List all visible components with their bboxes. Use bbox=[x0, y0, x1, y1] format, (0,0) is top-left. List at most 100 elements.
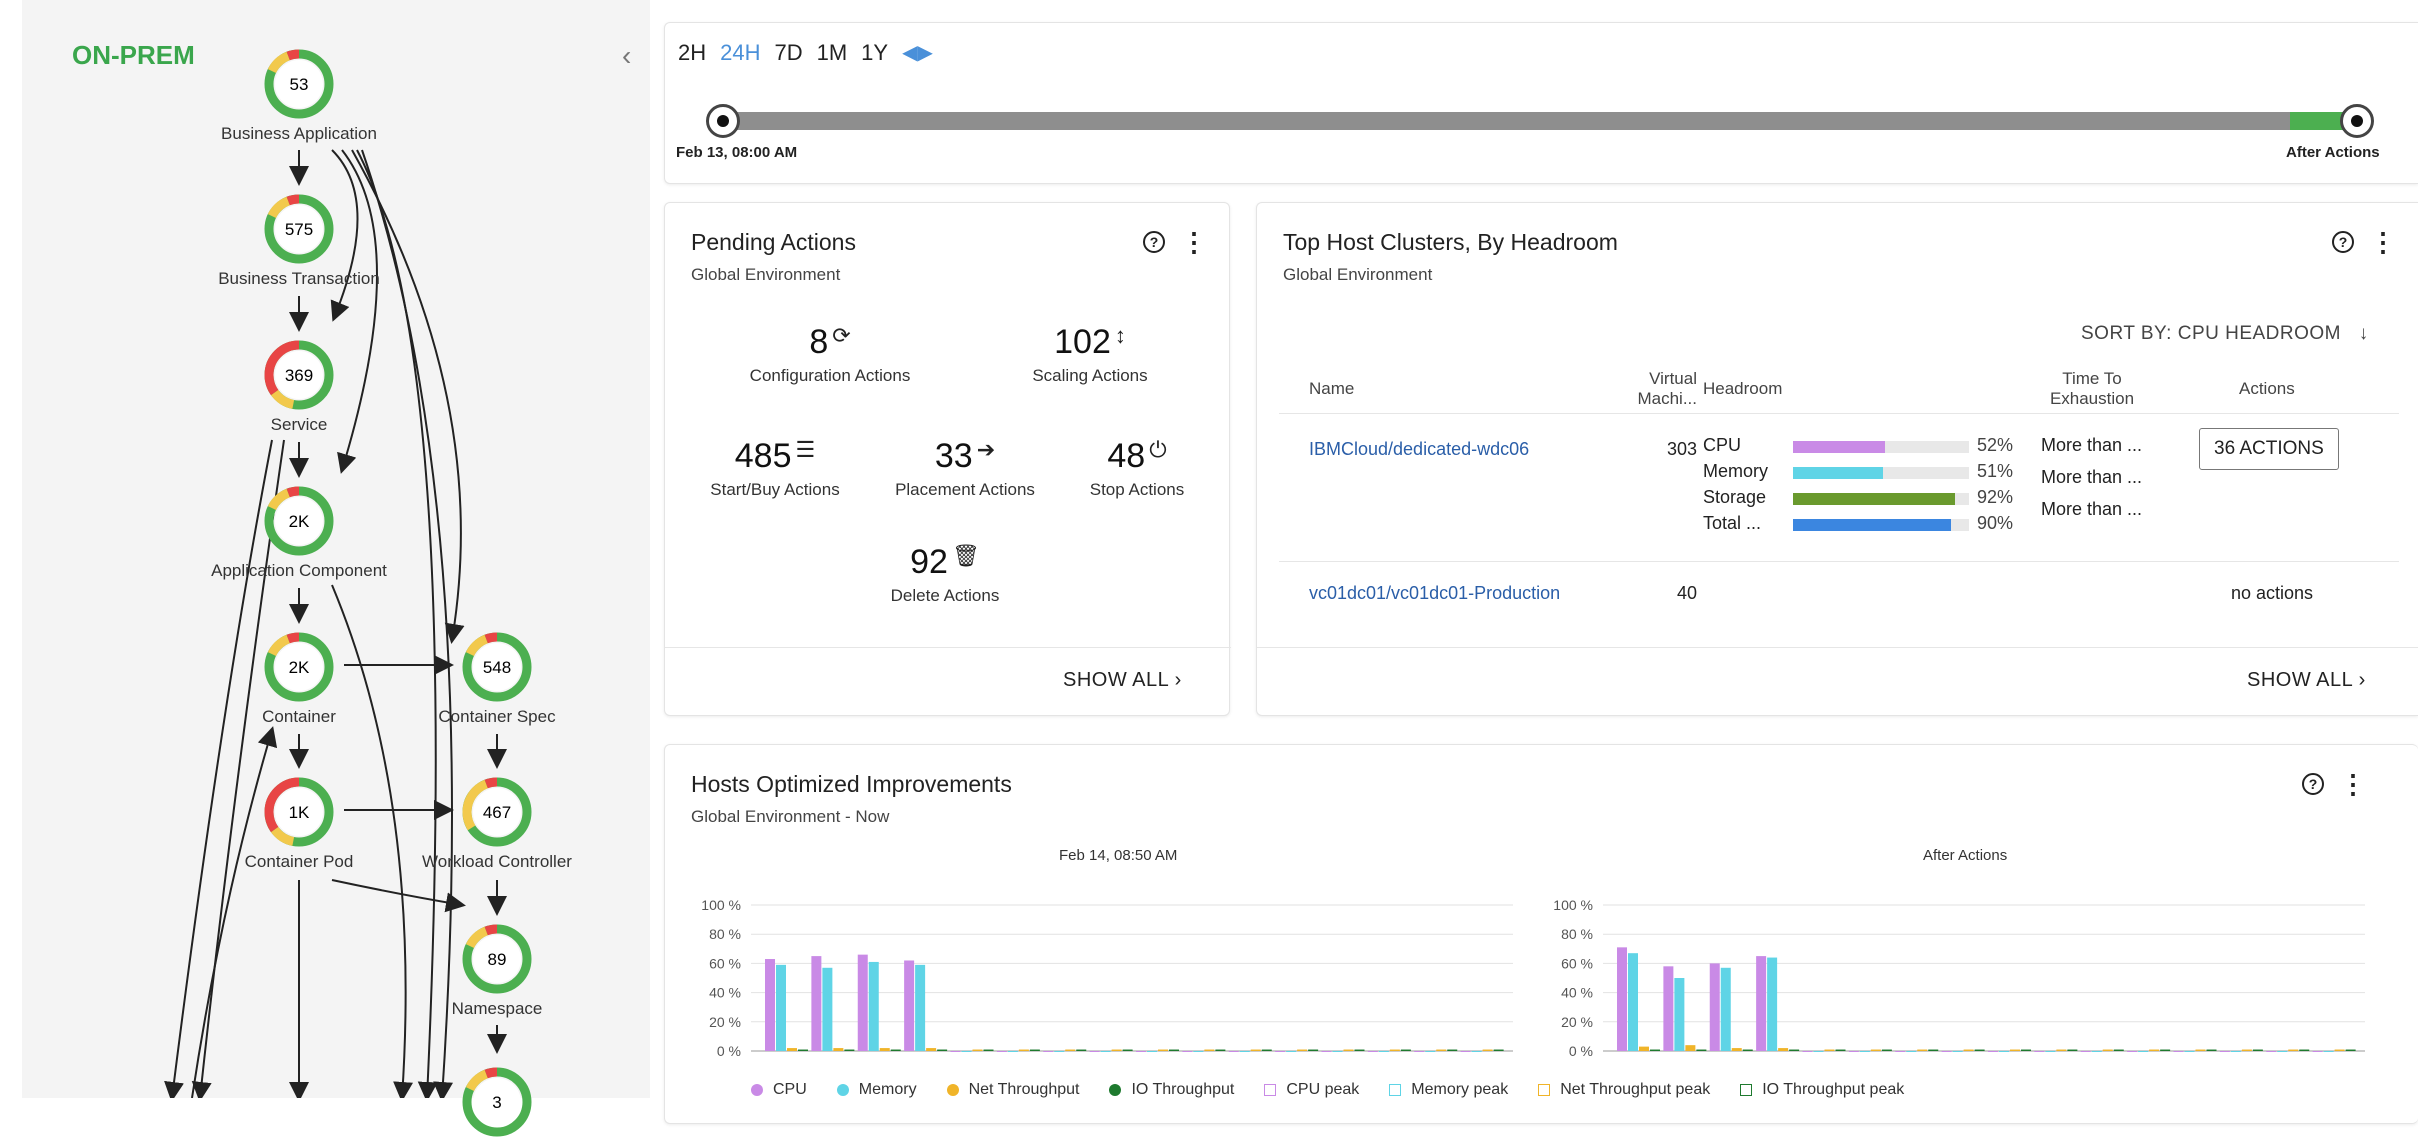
bar-memory[interactable] bbox=[1100, 1051, 1111, 1052]
bar-cpu[interactable] bbox=[811, 956, 822, 1051]
bar-net-throughput[interactable] bbox=[972, 1049, 983, 1051]
bar-memory[interactable] bbox=[2184, 1051, 2195, 1052]
bar-memory[interactable] bbox=[1999, 1051, 2009, 1052]
bar-io-throughput[interactable] bbox=[1789, 1049, 1800, 1051]
stat-delete[interactable]: 92 🗑 Delete Actions bbox=[845, 543, 1045, 603]
bar-net-throughput[interactable] bbox=[2288, 1049, 2299, 1051]
column-header-headroom[interactable]: Headroom bbox=[1703, 379, 1782, 399]
bar-cpu[interactable] bbox=[1802, 1051, 1813, 1052]
legend-item[interactable]: CPU bbox=[751, 1081, 807, 1099]
bar-cpu[interactable] bbox=[2312, 1051, 2323, 1052]
more-options-icon[interactable]: ⋮ bbox=[2340, 771, 2366, 797]
bar-memory[interactable] bbox=[1147, 1051, 1157, 1052]
bar-net-throughput[interactable] bbox=[1824, 1049, 1835, 1051]
supply-chain-node[interactable]: 53 Business Application bbox=[189, 48, 409, 144]
bar-memory[interactable] bbox=[1471, 1051, 1482, 1052]
column-header-name[interactable]: Name bbox=[1309, 379, 1354, 399]
bar-io-throughput[interactable] bbox=[2021, 1049, 2031, 1051]
bar-io-throughput[interactable] bbox=[1354, 1049, 1365, 1051]
more-options-icon[interactable]: ⋮ bbox=[2370, 229, 2396, 255]
supply-chain-node[interactable]: 3 bbox=[387, 1066, 607, 1142]
bar-memory[interactable] bbox=[1007, 1051, 1018, 1052]
bar-cpu[interactable] bbox=[1988, 1051, 1998, 1052]
sort-by-dropdown[interactable]: SORT BY: CPU HEADROOM ↓ bbox=[2081, 323, 2369, 345]
show-all-clusters-button[interactable]: SHOW ALL › bbox=[2247, 669, 2366, 692]
legend-item[interactable]: CPU peak bbox=[1264, 1081, 1359, 1099]
bar-net-throughput[interactable] bbox=[1870, 1049, 1881, 1051]
bar-net-throughput[interactable] bbox=[1158, 1049, 1168, 1051]
bar-cpu[interactable] bbox=[1182, 1051, 1193, 1052]
bar-net-throughput[interactable] bbox=[1639, 1046, 1649, 1051]
bar-io-throughput[interactable] bbox=[1742, 1049, 1753, 1051]
range-7d[interactable]: 7D bbox=[774, 40, 802, 66]
bar-memory[interactable] bbox=[2138, 1051, 2149, 1052]
cluster-actions-button[interactable]: 36 ACTIONS bbox=[2199, 428, 2339, 470]
stat-start-buy[interactable]: 485 ☰ Start/Buy Actions bbox=[675, 437, 875, 500]
bar-io-throughput[interactable] bbox=[1928, 1049, 1939, 1051]
bar-cpu[interactable] bbox=[2173, 1051, 2184, 1052]
bar-memory[interactable] bbox=[915, 964, 926, 1051]
legend-item[interactable]: IO Throughput bbox=[1109, 1081, 1234, 1099]
supply-chain-node[interactable]: 369 Service bbox=[189, 339, 409, 435]
bar-io-throughput[interactable] bbox=[2252, 1049, 2263, 1051]
bar-net-throughput[interactable] bbox=[1065, 1049, 1076, 1051]
help-icon[interactable]: ? bbox=[2332, 231, 2354, 253]
bar-memory[interactable] bbox=[1239, 1051, 1250, 1052]
bar-io-throughput[interactable] bbox=[1447, 1049, 1458, 1051]
bar-memory[interactable] bbox=[2045, 1051, 2056, 1052]
bar-memory[interactable] bbox=[1906, 1051, 1917, 1052]
bar-io-throughput[interactable] bbox=[2206, 1049, 2217, 1051]
bar-net-throughput[interactable] bbox=[1297, 1049, 1308, 1051]
bar-io-throughput[interactable] bbox=[1169, 1049, 1179, 1051]
bar-io-throughput[interactable] bbox=[1881, 1049, 1892, 1051]
bar-net-throughput[interactable] bbox=[1731, 1048, 1742, 1051]
bar-cpu[interactable] bbox=[765, 959, 775, 1051]
more-options-icon[interactable]: ⋮ bbox=[1181, 229, 1207, 255]
supply-chain-node[interactable]: 2K Application Component bbox=[189, 485, 409, 581]
stat-scaling[interactable]: 102 ↕ Scaling Actions bbox=[990, 323, 1190, 386]
bar-cpu[interactable] bbox=[2266, 1051, 2277, 1052]
bar-net-throughput[interactable] bbox=[1389, 1049, 1400, 1051]
bar-net-throughput[interactable] bbox=[926, 1048, 937, 1051]
bar-memory[interactable] bbox=[1952, 1051, 1963, 1052]
bar-io-throughput[interactable] bbox=[1493, 1049, 1504, 1051]
bar-net-throughput[interactable] bbox=[2102, 1049, 2113, 1051]
bar-io-throughput[interactable] bbox=[1215, 1049, 1226, 1051]
bar-net-throughput[interactable] bbox=[1685, 1045, 1696, 1051]
timeline-start-handle[interactable] bbox=[706, 104, 740, 138]
bar-net-throughput[interactable] bbox=[1917, 1049, 1928, 1051]
bar-net-throughput[interactable] bbox=[2056, 1049, 2067, 1051]
bar-memory[interactable] bbox=[1332, 1051, 1343, 1052]
range-1y[interactable]: 1Y bbox=[861, 40, 888, 66]
bar-cpu[interactable] bbox=[1941, 1051, 1952, 1052]
bar-net-throughput[interactable] bbox=[1111, 1049, 1122, 1051]
bar-cpu[interactable] bbox=[2219, 1051, 2230, 1052]
bar-cpu[interactable] bbox=[1709, 963, 1720, 1051]
bar-io-throughput[interactable] bbox=[1835, 1049, 1846, 1051]
stat-configuration[interactable]: 8 ⟳ Configuration Actions bbox=[730, 323, 930, 386]
bar-io-throughput[interactable] bbox=[2067, 1049, 2078, 1051]
bar-cpu[interactable] bbox=[1460, 1051, 1471, 1052]
bar-io-throughput[interactable] bbox=[1308, 1049, 1319, 1051]
bar-memory[interactable] bbox=[822, 967, 833, 1051]
help-icon[interactable]: ? bbox=[2302, 773, 2324, 795]
supply-chain-node[interactable]: 548 Container Spec bbox=[387, 631, 607, 727]
bar-io-throughput[interactable] bbox=[1029, 1049, 1040, 1051]
bar-net-throughput[interactable] bbox=[2195, 1049, 2206, 1051]
bar-memory[interactable] bbox=[1425, 1051, 1436, 1052]
range-2h[interactable]: 2H bbox=[678, 40, 706, 66]
bar-io-throughput[interactable] bbox=[890, 1049, 901, 1051]
bar-cpu[interactable] bbox=[1228, 1051, 1239, 1052]
bar-io-throughput[interactable] bbox=[1696, 1049, 1707, 1051]
bar-memory[interactable] bbox=[1628, 953, 1638, 1051]
column-header-actions[interactable]: Actions bbox=[2239, 379, 2295, 399]
bar-cpu[interactable] bbox=[1275, 1051, 1286, 1052]
legend-item[interactable]: Memory bbox=[836, 1081, 917, 1099]
supply-chain-node[interactable]: 575 Business Transaction bbox=[189, 193, 409, 289]
supply-chain-node[interactable]: 2K Container bbox=[189, 631, 409, 727]
cluster-name-link[interactable]: vc01dc01/vc01dc01-Production bbox=[1309, 583, 1560, 604]
bar-cpu[interactable] bbox=[1617, 947, 1627, 1051]
bar-io-throughput[interactable] bbox=[2160, 1049, 2171, 1051]
bar-memory[interactable] bbox=[1674, 978, 1685, 1051]
range-24h[interactable]: 24H bbox=[720, 40, 760, 66]
